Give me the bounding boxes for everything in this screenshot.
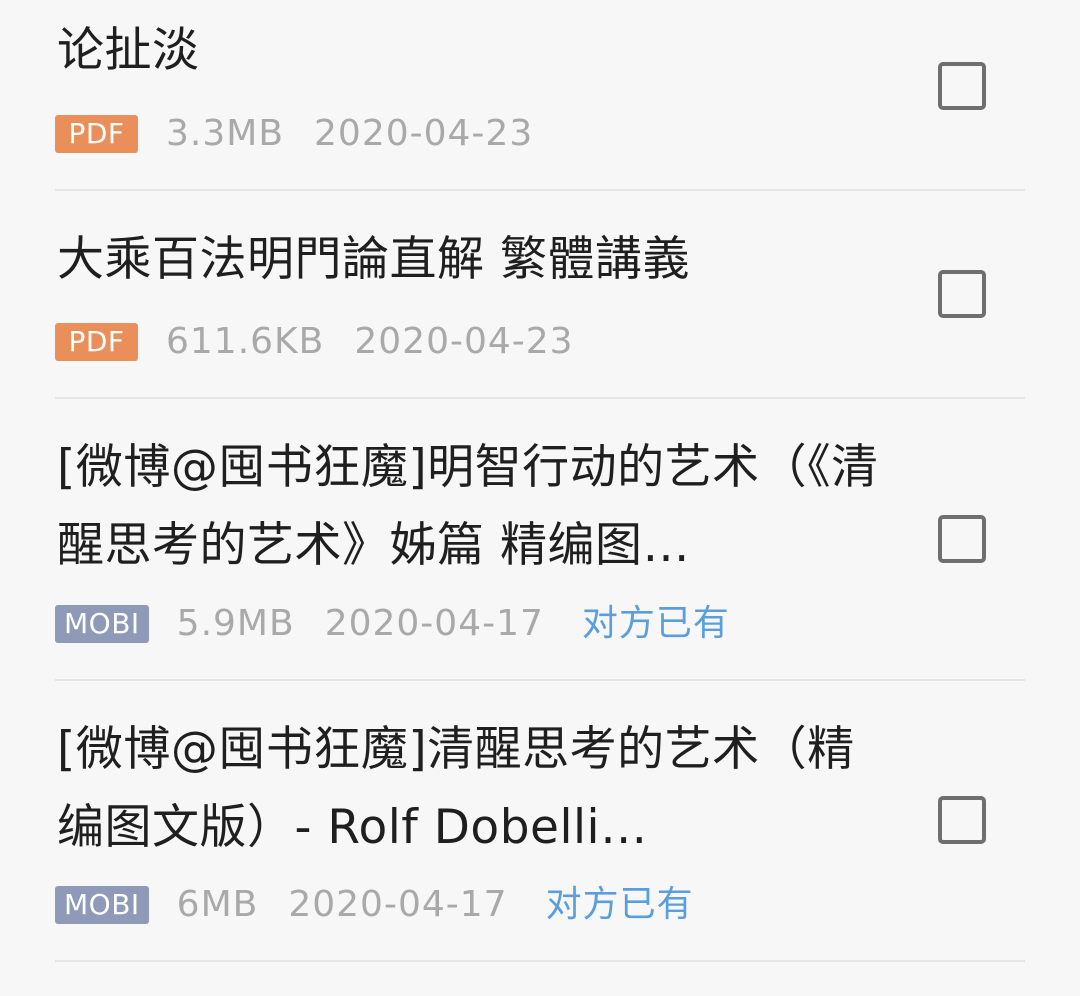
file-size: 611.6KB [166,321,325,362]
file-date: 2020-04-23 [354,321,574,362]
file-type-badge: PDF [55,115,138,153]
list-item[interactable]: 论扯淡 PDF 3.3MB 2020-04-23 [0,0,1080,192]
file-title: [微博@囤书狂魔]清醒思考的艺术（精编图文版）- Rolf Dobelli… [57,722,855,855]
list-item[interactable]: [微博@囤书狂魔]明智行动的艺术（《清醒思考的艺术》姊篇 精编图… MOBI 5… [0,399,1080,681]
file-meta: MOBI 5.9MB 2020-04-17 对方已有 [55,604,730,644]
file-date: 2020-04-23 [314,113,534,154]
file-list: 论扯淡 PDF 3.3MB 2020-04-23 大乘百法明門論直解 繁體講義 … [0,0,1080,996]
divider [55,960,1025,962]
file-title: 大乘百法明門論直解 繁體講義 [57,232,690,287]
file-meta: MOBI 6MB 2020-04-17 对方已有 [55,885,694,925]
list-item[interactable]: 大乘百法明門論直解 繁體講義 PDF 611.6KB 2020-04-23 [0,191,1080,399]
list-item[interactable]: [微博@囤书狂魔]清醒思考的艺术（精编图文版）- Rolf Dobelli… M… [0,681,1080,963]
file-size: 3.3MB [166,113,285,154]
select-checkbox[interactable] [938,62,986,110]
file-type-badge: MOBI [55,886,149,924]
select-checkbox[interactable] [938,270,986,318]
file-size: 6MB [176,884,259,925]
file-status[interactable]: 对方已有 [582,604,730,644]
file-size: 5.9MB [176,603,295,644]
file-type-badge: MOBI [55,605,149,643]
file-title: 论扯淡 [57,23,200,78]
file-date: 2020-04-17 [288,884,508,925]
file-meta: PDF 3.3MB 2020-04-23 [55,114,571,154]
file-status[interactable]: 对方已有 [546,885,694,925]
file-title: [微博@囤书狂魔]明智行动的艺术（《清醒思考的艺术》姊篇 精编图… [57,440,879,573]
file-type-badge: PDF [55,323,138,361]
file-date: 2020-04-17 [324,603,544,644]
select-checkbox[interactable] [938,515,986,563]
file-meta: PDF 611.6KB 2020-04-23 [55,322,612,362]
select-checkbox[interactable] [938,796,986,844]
